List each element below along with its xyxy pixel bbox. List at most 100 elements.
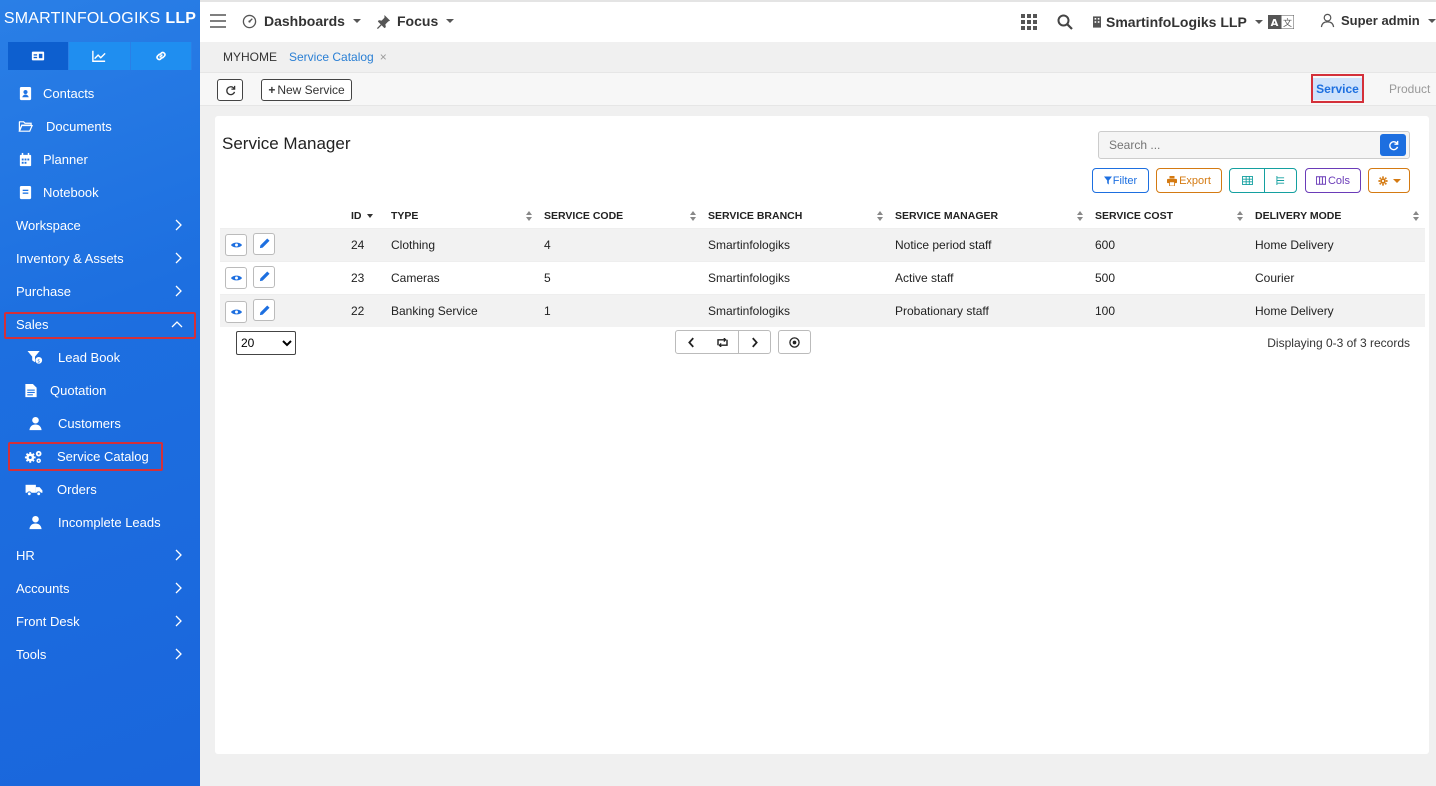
truck-icon [24, 481, 44, 499]
reload-page-button[interactable] [706, 330, 739, 354]
sidebar-item-notebook[interactable]: Notebook [0, 176, 200, 209]
filter-button[interactable]: Filter [1092, 168, 1149, 193]
brand-logo[interactable]: SMARTINFOLOGIKS LLP [0, 0, 200, 38]
sidebar-item-incomplete-leads[interactable]: Incomplete Leads [0, 506, 200, 539]
sidebar-item-customers[interactable]: Customers [0, 407, 200, 440]
sidebar-item-inventory[interactable]: Inventory & Assets [0, 242, 200, 275]
page-size-select[interactable]: 20 [236, 331, 296, 355]
grid-view-button[interactable] [1229, 168, 1265, 193]
cell-type: Banking Service [385, 293, 538, 327]
sidebar-item-accounts[interactable]: Accounts [0, 572, 200, 605]
tree-view-button[interactable] [1264, 168, 1297, 193]
sidebar-item-contacts[interactable]: Contacts [0, 77, 200, 110]
cell-id: 24 [345, 227, 385, 261]
columns-icon [1315, 176, 1326, 185]
sidebar-item-label: Sales [16, 317, 49, 332]
close-tab-icon[interactable]: × [380, 50, 387, 64]
user-menu[interactable]: Super admin [1320, 13, 1436, 28]
translate-icon[interactable]: A文 [1268, 15, 1294, 29]
refresh-button[interactable] [217, 79, 243, 101]
edit-button[interactable] [253, 299, 275, 321]
cell-type: Cameras [385, 260, 538, 294]
caret-down-icon [352, 19, 361, 23]
cell-service-branch: Smartinfologiks [702, 227, 889, 261]
column-header-service-cost[interactable]: SERVICE COST [1089, 204, 1249, 228]
next-page-button[interactable] [738, 330, 771, 354]
user-icon [24, 514, 46, 532]
company-switcher[interactable]: SmartinfoLogiks LLP [1093, 14, 1263, 30]
page-toolbar: + New Service Service Product [200, 72, 1436, 106]
sidebar-item-label: HR [16, 548, 35, 563]
chevron-right-icon [175, 648, 182, 660]
plus-icon: + [268, 83, 276, 97]
apps-grid-icon[interactable] [1021, 14, 1037, 30]
sidebar-item-label: Planner [43, 152, 88, 167]
column-header-delivery-mode[interactable]: DELIVERY MODE [1249, 204, 1425, 228]
view-button[interactable] [225, 267, 247, 290]
retweet-icon [716, 337, 728, 347]
search-box [1098, 131, 1410, 159]
sidebar-item-orders[interactable]: Orders [0, 473, 200, 506]
page-title: Service Manager [222, 134, 351, 153]
svg-text:$: $ [37, 358, 40, 364]
column-header-service-manager[interactable]: SERVICE MANAGER [889, 204, 1089, 228]
search-refresh-button[interactable] [1380, 134, 1406, 156]
cell-service-cost: 600 [1089, 227, 1249, 261]
svg-text:A: A [1271, 18, 1279, 29]
header-label: TYPE [391, 209, 419, 222]
sidebar-item-label: Documents [46, 119, 112, 134]
notebook-icon [16, 184, 34, 202]
sidebar-item-sales[interactable]: Sales [0, 308, 200, 341]
sidebar-item-documents[interactable]: Documents [0, 110, 200, 143]
target-button[interactable] [778, 330, 811, 354]
sidebar-tab-charts[interactable] [69, 42, 131, 70]
cell-service-code: 4 [538, 227, 702, 261]
segment-product[interactable]: Product [1389, 82, 1430, 96]
export-button[interactable]: Export [1156, 168, 1222, 193]
new-service-button[interactable]: + New Service [261, 79, 352, 101]
search-input[interactable] [1099, 132, 1369, 158]
sidebar-item-front-desk[interactable]: Front Desk [0, 605, 200, 638]
tab-service-catalog[interactable]: Service Catalog [289, 50, 374, 64]
chevron-right-icon [175, 615, 182, 627]
column-header-service-code[interactable]: SERVICE CODE [538, 204, 702, 228]
breadcrumb: MYHOME Service Catalog × [200, 42, 1436, 72]
search-icon[interactable] [1057, 14, 1073, 30]
sidebar-item-hr[interactable]: HR [0, 539, 200, 572]
settings-dropdown-button[interactable] [1368, 168, 1410, 193]
sidebar-item-service-catalog[interactable]: Service Catalog [0, 440, 200, 473]
segment-service[interactable]: Service [1311, 74, 1364, 103]
column-header-service-branch[interactable]: SERVICE BRANCH [702, 204, 889, 228]
export-label: Export [1179, 174, 1211, 187]
table-row: 22 Banking Service 1 Smartinfologiks Pro… [220, 293, 1425, 327]
sidebar-tab-links[interactable] [130, 42, 192, 70]
breadcrumb-home[interactable]: MYHOME [223, 50, 277, 64]
edit-button[interactable] [253, 265, 275, 288]
cell-service-branch: Smartinfologiks [702, 260, 889, 294]
columns-button[interactable]: Cols [1305, 168, 1361, 193]
eye-icon [230, 242, 242, 248]
sidebar-item-purchase[interactable]: Purchase [0, 275, 200, 308]
pencil-icon [259, 238, 270, 249]
focus-menu[interactable]: Focus [376, 13, 455, 29]
sidebar-item-workspace[interactable]: Workspace [0, 209, 200, 242]
header-label: DELIVERY MODE [1255, 209, 1342, 222]
sort-icon [1237, 211, 1243, 221]
edit-button[interactable] [253, 232, 275, 255]
column-header-id[interactable]: ID [345, 204, 385, 228]
pencil-icon [259, 304, 270, 315]
dashboards-menu[interactable]: Dashboards [242, 13, 361, 29]
user-icon [24, 415, 46, 433]
view-button[interactable] [225, 234, 247, 257]
sidebar-tab-cards[interactable] [8, 42, 70, 70]
sidebar-item-tools[interactable]: Tools [0, 638, 200, 671]
table-icon [1241, 176, 1253, 185]
prev-page-button[interactable] [675, 330, 707, 354]
sidebar-item-lead-book[interactable]: $ Lead Book [0, 341, 200, 374]
column-header-type[interactable]: TYPE [385, 204, 538, 228]
hamburger-menu-icon[interactable] [210, 14, 226, 28]
sidebar-item-quotation[interactable]: Quotation [0, 374, 200, 407]
view-button[interactable] [225, 300, 247, 323]
refresh-icon [225, 85, 235, 95]
sidebar-item-planner[interactable]: Planner [0, 143, 200, 176]
